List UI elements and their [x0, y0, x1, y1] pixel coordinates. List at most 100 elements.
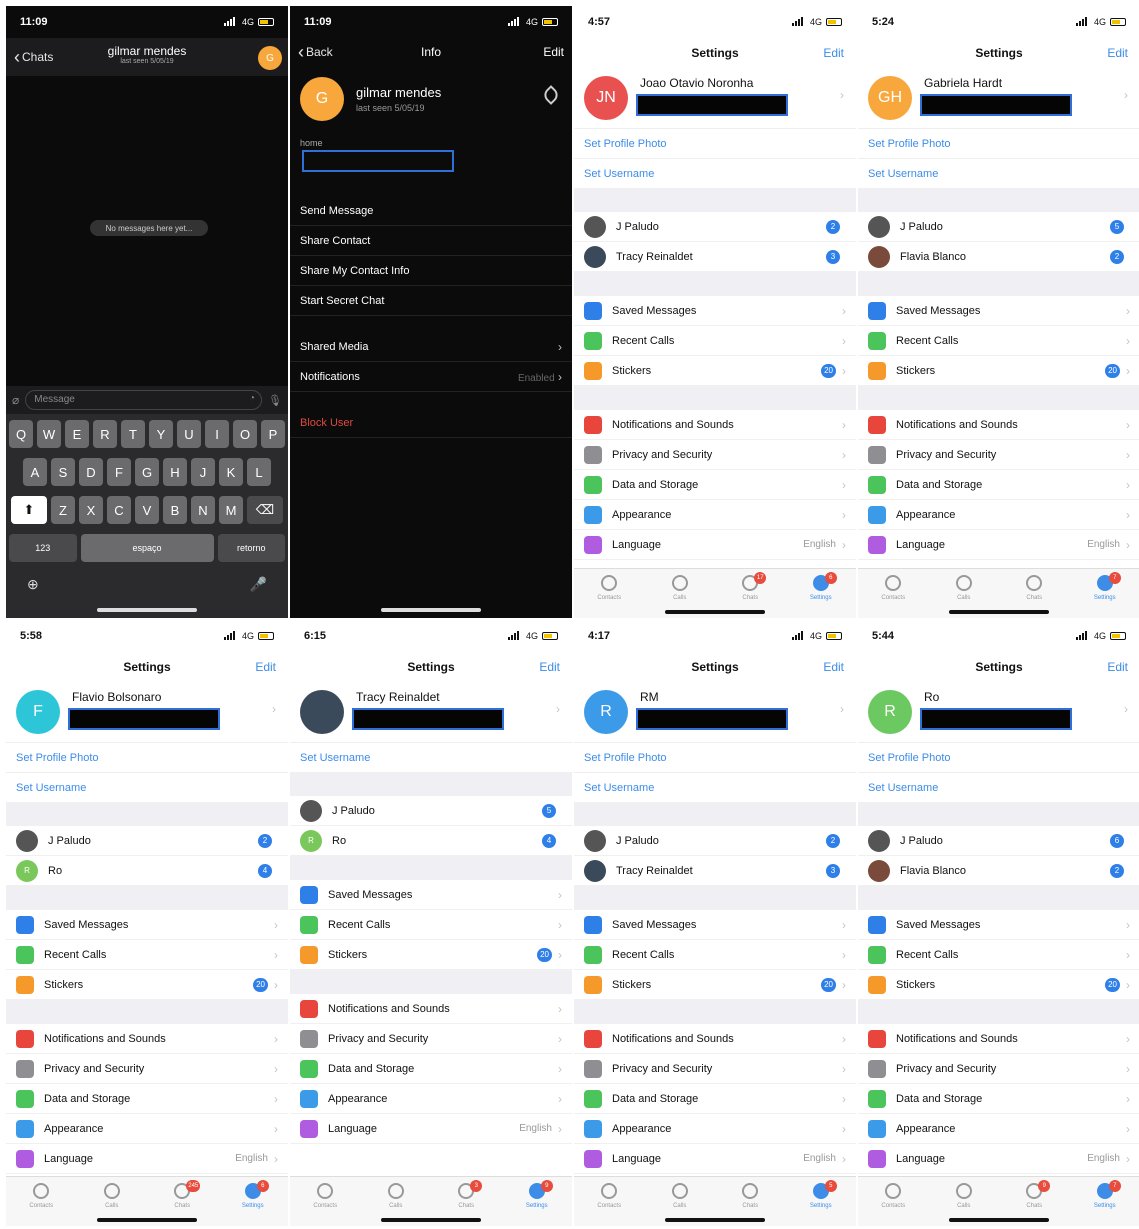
keyboard-key[interactable]: X: [79, 496, 103, 524]
settings-row[interactable]: Recent Calls ›: [574, 326, 856, 356]
settings-row[interactable]: Appearance ›: [574, 500, 856, 530]
keyboard-key[interactable]: M: [219, 496, 243, 524]
settings-row[interactable]: Notifications and Sounds ›: [6, 1024, 288, 1054]
globe-icon[interactable]: ⊕: [27, 576, 39, 593]
profile-link[interactable]: Set Username: [574, 158, 856, 188]
settings-row[interactable]: Stickers 20 ›: [6, 970, 288, 1000]
settings-row[interactable]: Privacy and Security ›: [6, 1054, 288, 1084]
settings-row[interactable]: Data and Storage ›: [290, 1054, 572, 1084]
pinned-contact[interactable]: J Paludo 5: [290, 796, 572, 826]
profile-row[interactable]: F Flavio Bolsonaro ›: [6, 682, 288, 742]
message-input[interactable]: Message ◔: [25, 390, 263, 410]
pinned-contact[interactable]: R Ro 4: [6, 856, 288, 886]
edit-button[interactable]: Edit: [543, 45, 564, 59]
pinned-contact[interactable]: J Paludo 5: [858, 212, 1139, 242]
space-key[interactable]: espaço: [80, 534, 214, 562]
settings-row[interactable]: Stickers 20 ›: [858, 356, 1139, 386]
settings-row[interactable]: Recent Calls ›: [6, 940, 288, 970]
tab-contacts[interactable]: Contacts: [589, 1183, 629, 1226]
keyboard-key[interactable]: U: [177, 420, 201, 448]
keyboard-key[interactable]: W: [37, 420, 61, 448]
edit-button[interactable]: Edit: [1107, 46, 1128, 60]
info-action[interactable]: Share Contact: [290, 226, 572, 256]
numbers-key[interactable]: 123: [9, 534, 77, 562]
profile-link[interactable]: Set Username: [574, 772, 856, 802]
keyboard-key[interactable]: E: [65, 420, 89, 448]
profile-row[interactable]: R Ro ›: [858, 682, 1139, 742]
profile-link[interactable]: Set Profile Photo: [574, 742, 856, 772]
keyboard-key[interactable]: S: [51, 458, 75, 486]
keyboard-key[interactable]: Q: [9, 420, 33, 448]
microphone-icon[interactable]: 🎙: [268, 394, 282, 407]
keyboard-key[interactable]: G: [135, 458, 159, 486]
tab-settings[interactable]: Settings 5: [801, 1180, 841, 1226]
pinned-contact[interactable]: J Paludo 6: [858, 826, 1139, 856]
tab-contacts[interactable]: Contacts: [589, 575, 629, 618]
keyboard-key[interactable]: V: [135, 496, 159, 524]
settings-row[interactable]: Stickers 20 ›: [574, 970, 856, 1000]
settings-row[interactable]: Saved Messages ›: [6, 910, 288, 940]
keyboard-key[interactable]: Y: [149, 420, 173, 448]
phone-icon[interactable]: [541, 85, 561, 105]
back-button[interactable]: ‹ Back: [298, 43, 333, 61]
pinned-contact[interactable]: J Paludo 2: [574, 212, 856, 242]
settings-row[interactable]: Recent Calls ›: [290, 910, 572, 940]
keyboard-key[interactable]: B: [163, 496, 187, 524]
settings-row[interactable]: Recent Calls ›: [574, 940, 856, 970]
pinned-contact[interactable]: R Ro 4: [290, 826, 572, 856]
settings-row[interactable]: Data and Storage ›: [574, 1084, 856, 1114]
keyboard-key[interactable]: D: [79, 458, 103, 486]
tab-contacts[interactable]: Contacts: [305, 1183, 345, 1226]
settings-row[interactable]: Notifications and Sounds ›: [858, 410, 1139, 440]
tab-settings[interactable]: Settings 6: [801, 572, 841, 618]
pinned-contact[interactable]: Flavia Blanco 2: [858, 242, 1139, 272]
settings-row[interactable]: Privacy and Security ›: [574, 1054, 856, 1084]
keyboard-key[interactable]: I: [205, 420, 229, 448]
tab-settings[interactable]: Settings 7: [1085, 1180, 1125, 1226]
pinned-contact[interactable]: Tracy Reinaldet 3: [574, 856, 856, 886]
settings-row[interactable]: Data and Storage ›: [6, 1084, 288, 1114]
settings-row[interactable]: Saved Messages ›: [858, 910, 1139, 940]
edit-button[interactable]: Edit: [1107, 660, 1128, 674]
edit-button[interactable]: Edit: [255, 660, 276, 674]
edit-button[interactable]: Edit: [823, 46, 844, 60]
avatar[interactable]: JN: [584, 76, 628, 120]
chat-title[interactable]: gilmar mendes last seen 5/05/19: [6, 44, 288, 65]
settings-row[interactable]: Saved Messages ›: [858, 296, 1139, 326]
pinned-contact[interactable]: J Paludo 2: [574, 826, 856, 856]
settings-row[interactable]: Stickers 20 ›: [574, 356, 856, 386]
settings-row[interactable]: Saved Messages ›: [574, 910, 856, 940]
settings-row[interactable]: Data and Storage ›: [858, 1084, 1139, 1114]
settings-row[interactable]: Language English ›: [290, 1114, 572, 1144]
profile-row[interactable]: Tracy Reinaldet ›: [290, 682, 572, 742]
keyboard-key[interactable]: Z: [51, 496, 75, 524]
settings-row[interactable]: Notifications and Sounds ›: [574, 410, 856, 440]
profile-link[interactable]: Set Username: [858, 158, 1139, 188]
settings-row[interactable]: Recent Calls ›: [858, 326, 1139, 356]
block-user-button[interactable]: Block User: [290, 408, 572, 438]
settings-row[interactable]: Data and Storage ›: [858, 470, 1139, 500]
profile-link[interactable]: Set Username: [858, 772, 1139, 802]
dictation-icon[interactable]: 🎤: [250, 576, 267, 593]
keyboard-key[interactable]: P: [261, 420, 285, 448]
settings-row[interactable]: Appearance ›: [6, 1114, 288, 1144]
attach-icon[interactable]: ⌀: [12, 393, 19, 407]
settings-row[interactable]: Stickers 20 ›: [290, 940, 572, 970]
pinned-contact[interactable]: Flavia Blanco 2: [858, 856, 1139, 886]
keyboard-key[interactable]: F: [107, 458, 131, 486]
settings-row[interactable]: Appearance ›: [290, 1084, 572, 1114]
profile-link[interactable]: Set Profile Photo: [858, 742, 1139, 772]
avatar[interactable]: F: [16, 690, 60, 734]
shared-media-row[interactable]: Shared Media ›: [290, 332, 572, 362]
sticker-icon[interactable]: ◔: [249, 393, 255, 404]
tab-contacts[interactable]: Contacts: [873, 575, 913, 618]
info-action[interactable]: Share My Contact Info: [290, 256, 572, 286]
profile-row[interactable]: R RM ›: [574, 682, 856, 742]
backspace-key[interactable]: ⌫: [247, 496, 283, 524]
keyboard-key[interactable]: C: [107, 496, 131, 524]
tab-settings[interactable]: Settings 7: [1085, 572, 1125, 618]
settings-row[interactable]: Language English ›: [574, 1144, 856, 1174]
notifications-row[interactable]: Notifications Enabled ›: [290, 362, 572, 392]
return-key[interactable]: retorno: [217, 534, 285, 562]
tab-settings[interactable]: Settings 9: [517, 1180, 557, 1226]
